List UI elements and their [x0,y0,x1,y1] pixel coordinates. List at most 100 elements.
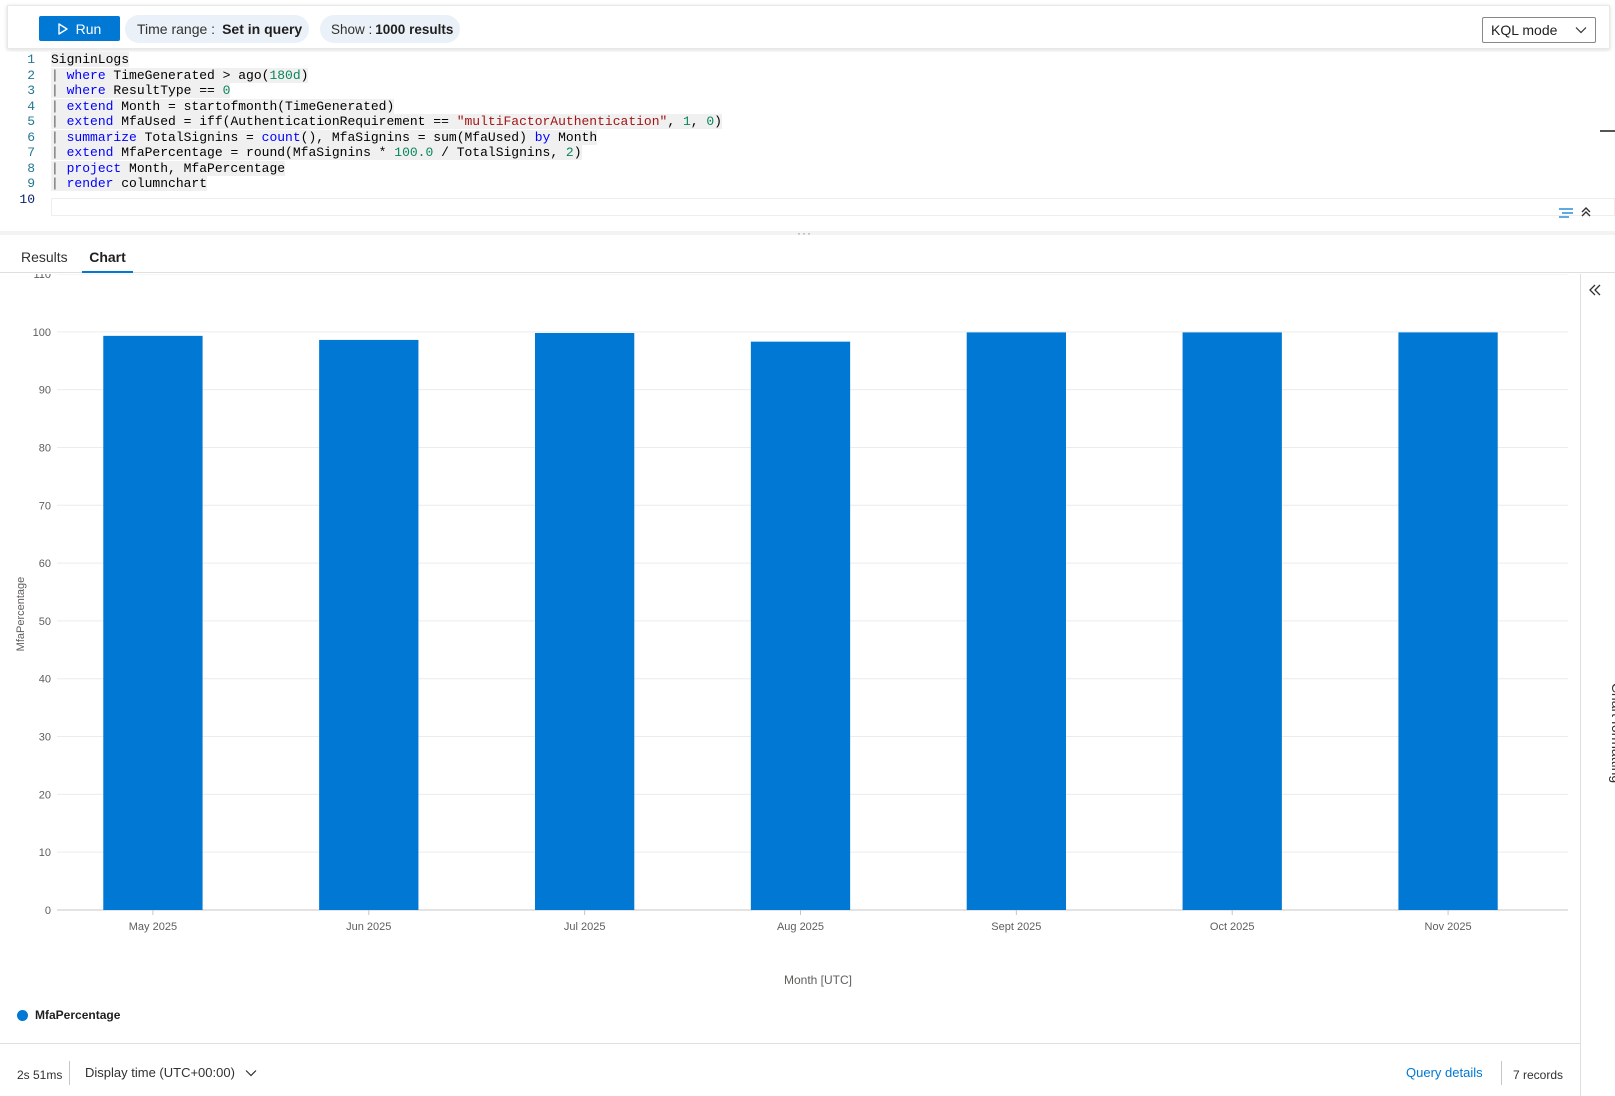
code-token: 0 [222,83,231,98]
code-line[interactable]: 8 | project Month, MfaPercentage [0,160,1615,177]
code-line[interactable]: 5 | extend MfaUsed = iff(AuthenticationRe… [0,114,1615,130]
code-token: where [66,67,106,83]
bar[interactable] [103,335,203,910]
footer-divider [69,1061,70,1085]
query-editor[interactable]: 1 SigninLogs 2 | where TimeGenerated > ago(… [0,52,1615,230]
bar[interactable] [534,332,635,910]
time-range-picker[interactable]: Time range : Set in query [125,15,309,43]
chart-legend[interactable]: MfaPercentage [17,1006,120,1024]
tab-results[interactable]: Results [20,249,69,273]
chart-formatting-toggle[interactable]: Chart formatting [1607,673,1615,793]
line-number: 9 [27,176,35,191]
legend-label: MfaPercentage [35,1008,121,1022]
code-token: TotalSignins = [136,129,262,145]
column-chart: 0 10 20 30 40 50 60 70 80 90 100 110 May 2025 Jun 202… [33,274,1568,933]
word-wrap-icon[interactable] [1558,208,1576,220]
y-tick-label: 110 [33,274,51,281]
y-tick-label: 20 [39,789,51,801]
code-token: ) [573,145,582,160]
display-time-label: Display time (UTC+00:00) [85,1065,235,1080]
query-details-link[interactable]: Query details [1406,1065,1483,1080]
line-number: 6 [27,129,35,145]
show-results-picker[interactable]: Show : 1000 results [320,15,460,43]
x-tick-label: Aug 2025 [777,921,824,933]
code-token: extend [66,114,114,129]
collapse-editor-icon[interactable] [1580,206,1592,218]
code-line[interactable]: 4 | extend Month = startofmonth(TimeGener… [0,98,1615,115]
x-tick-label: Jun 2025 [346,921,391,933]
code-token: , [690,114,707,129]
code-token: "multiFactorAuthentication" [456,114,668,129]
code-token: extend [66,98,114,114]
code-text: SigninLogs [51,52,130,68]
code-token: count [261,129,301,145]
splitter-handle-icon[interactable]: ··· [797,226,812,240]
minimap-marker [1600,130,1615,132]
mode-dropdown[interactable]: KQL mode [1482,17,1596,43]
y-tick-label: 50 [39,616,51,628]
code-token: | [51,145,67,160]
bar[interactable] [319,339,419,910]
y-tick-label: 40 [39,674,51,686]
code-text: | where ResultType == 0 [51,83,231,99]
code-line[interactable]: 2 | where TimeGenerated > ago(180d) [0,67,1615,84]
mode-value: KQL mode [1491,22,1558,38]
bar[interactable] [1398,332,1498,910]
code-token: ) [300,67,309,83]
code-token: by [534,129,551,145]
bar[interactable] [1182,332,1282,910]
code-line[interactable]: 10 [0,192,1615,208]
display-time-dropdown[interactable]: Display time (UTC+00:00) [85,1065,257,1080]
chart-area: 0 10 20 30 40 50 60 70 80 90 100 110 May 2025 Jun 202… [0,274,1580,1044]
time-range-label: Time range : [137,21,216,37]
tab-chart[interactable]: Chart [82,249,133,273]
chevron-down-icon [1575,27,1587,34]
code-token: SigninLogs [51,52,130,67]
line-number: 7 [27,145,35,160]
y-tick-label: 0 [45,905,51,917]
code-line[interactable]: 7 | extend MfaPercentage = round(MfaSigni… [0,145,1615,161]
code-token: 0 [706,114,715,129]
bar[interactable] [966,332,1067,910]
query-toolbar: Run Time range : Set in query Show : 100… [7,5,1610,49]
code-token: project [66,160,122,176]
code-line[interactable]: 1 SigninLogs [0,52,1615,68]
result-tabs: Results Chart [0,245,1615,273]
code-token: (), MfaSignins = sum(MfaUsed) [300,129,535,145]
y-tick-label: 90 [39,385,51,397]
code-token: columnchart [113,176,208,191]
x-tick-label: Nov 2025 [1425,921,1472,933]
y-axis-title: MfaPercentage [15,576,27,652]
show-value: 1000 results [375,21,454,37]
run-button[interactable]: Run [39,16,120,41]
code-line[interactable]: 3 | where ResultType == 0 [0,83,1615,99]
y-tick-label: 10 [39,847,51,859]
code-line[interactable]: 9 | render columnchart [0,176,1615,192]
code-token: ) [714,114,722,129]
chevron-down-icon [245,1069,257,1076]
show-label: Show : [331,21,373,37]
x-axis-title: Month [UTC] [783,973,852,987]
line-number: 1 [27,52,35,67]
code-token: MfaUsed = iff(AuthenticationRequirement … [113,114,457,129]
code-token: | [51,114,67,129]
code-token: Month, MfaPercentage [121,160,286,176]
x-tick-label: Sept 2025 [991,921,1041,933]
double-chevron-left-icon[interactable] [1588,284,1602,296]
code-text: | project Month, MfaPercentage [51,160,286,177]
code-token: 2 [565,145,574,160]
code-line[interactable]: 6 | summarize TotalSignins = count(), Mfa… [0,129,1615,146]
x-tick-label: Oct 2025 [1210,921,1255,933]
code-token: , [667,114,683,129]
line-number: 3 [27,83,35,98]
query-duration: 2s 51ms [17,1068,63,1082]
code-token: 1 [682,114,691,129]
code-token: | [51,83,67,98]
code-token: where [66,83,106,98]
code-text: | extend MfaUsed = iff(AuthenticationReq… [51,114,722,130]
run-label: Run [75,20,102,37]
bar[interactable] [750,341,851,910]
code-token: 180d [269,67,301,83]
footer-divider [1501,1061,1502,1085]
code-token: summarize [66,129,137,145]
